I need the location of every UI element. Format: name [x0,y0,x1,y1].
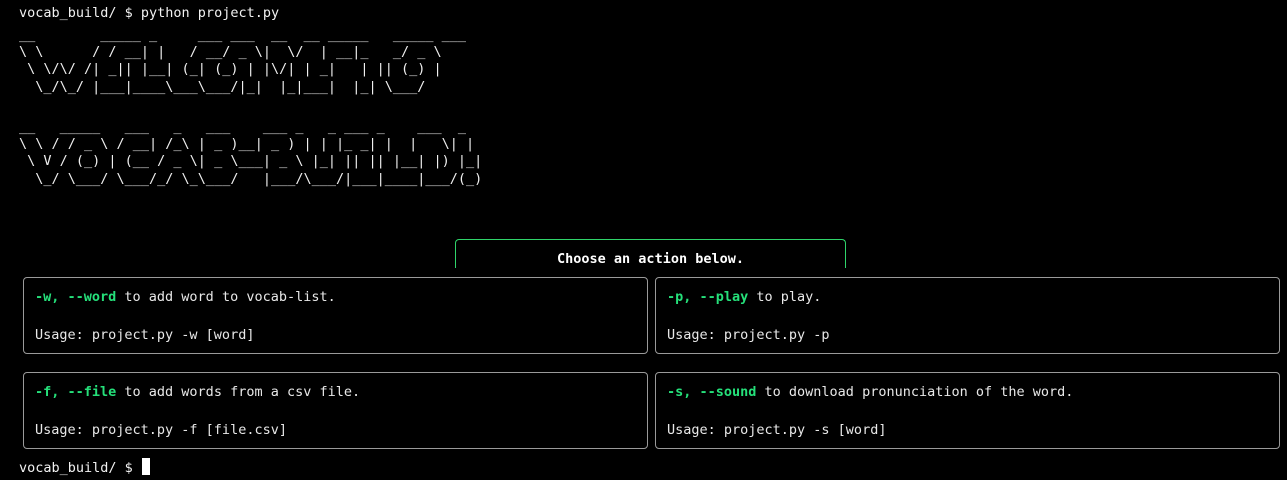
text-cursor [141,458,150,475]
final-prompt: vocab_build/ $ [19,460,141,476]
action-word-usage: Usage: project.py -w [word] [35,327,255,343]
action-sound-text: -s, --sound to download pronunciation of… [667,383,1073,401]
action-play-text: -p, --play to play. [667,288,821,306]
action-file-usage: Usage: project.py -f [file.csv] [35,422,287,438]
action-file-flags: -f, --file [35,384,117,400]
action-file-text: -f, --file to add words from a csv file. [35,383,360,401]
action-sound-description: to download pronunciation of the word. [756,384,1074,400]
action-word-description: to add word to vocab-list. [116,289,336,305]
action-card-word: -w, --word to add word to vocab-list. Us… [23,277,648,354]
action-play-flags: -p, --play [667,289,749,305]
banner-welcome-to: __ _____ _ ___ ___ __ __ _____ _____ ___… [19,27,467,95]
action-play-description: to play. [748,289,822,305]
terminal-window[interactable]: vocab_build/ $ python project.py __ ____… [0,0,1287,480]
action-sound-usage: Usage: project.py -s [word] [667,422,887,438]
terminal-input-line[interactable]: vocab_build/ $ [19,458,150,476]
command-line: vocab_build/ $ python project.py [19,5,280,21]
action-play-usage: Usage: project.py -p [667,327,830,343]
action-file-description: to add words from a csv file. [116,384,361,400]
banner-vocab-build: __ _____ ___ _ ___ ___ _ _ ___ _ ___ _ \… [19,119,483,187]
action-sound-flags: -s, --sound [667,384,757,400]
action-card-sound: -s, --sound to download pronunciation of… [655,372,1280,449]
action-word-flags: -w, --word [35,289,117,305]
action-word-text: -w, --word to add word to vocab-list. [35,288,336,306]
panel-title-box: Choose an action below. [455,239,846,268]
panel-title: Choose an action below. [557,251,744,267]
action-card-file: -f, --file to add words from a csv file.… [23,372,648,449]
action-card-play: -p, --play to play. Usage: project.py -p [655,277,1280,354]
